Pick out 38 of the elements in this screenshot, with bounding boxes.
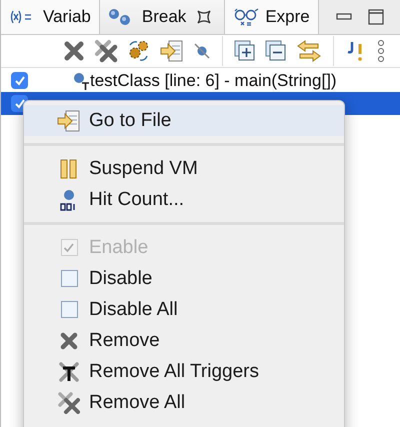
glasses-icon [233, 7, 260, 27]
breakpoints-icon [108, 8, 132, 26]
menu-item[interactable]: Suspend VM [24, 153, 344, 184]
menu-item[interactable]: Disable All [24, 294, 344, 325]
view-tab[interactable]: Variab [1, 0, 100, 34]
menu-item[interactable]: Remove [24, 325, 344, 356]
remove-triggers-icon [58, 360, 80, 382]
go-to-file-icon[interactable] [160, 40, 184, 62]
expand-all-icon[interactable] [234, 40, 256, 62]
checkbox[interactable] [11, 72, 28, 89]
go-to-file-icon [57, 110, 81, 132]
menu-item[interactable]: Disable [24, 263, 344, 294]
check-icon [62, 240, 76, 254]
breakpoint-icon [72, 70, 90, 90]
remove-all-icon[interactable] [94, 39, 118, 63]
maximize-icon[interactable] [368, 9, 384, 25]
menu-item[interactable]: Remove All [24, 387, 344, 418]
link-arrows-icon[interactable] [296, 39, 322, 63]
minimize-icon[interactable] [336, 12, 352, 22]
collapse-all-icon[interactable] [265, 40, 287, 62]
close-icon[interactable] [196, 9, 212, 25]
remove-all-icon [58, 392, 80, 414]
more-icon[interactable] [376, 39, 386, 63]
pause-icon [60, 158, 78, 178]
checkbox[interactable] [60, 301, 78, 318]
remove-icon[interactable] [63, 40, 85, 62]
breakpoint-label[interactable]: testClass [line: 6] - main(String[]) [90, 70, 337, 90]
gears-icon[interactable] [127, 39, 151, 63]
checkbox[interactable] [60, 270, 78, 287]
check-icon [12, 96, 26, 110]
view-tab[interactable]: Expre [225, 0, 319, 34]
remove-icon [59, 330, 79, 350]
check-icon [12, 74, 26, 88]
menu-item[interactable]: Hit Count... [24, 184, 344, 215]
menu-item[interactable]: Remove All Triggers [24, 356, 344, 387]
skip-breakpoints-icon[interactable] [193, 42, 211, 60]
menu-item[interactable]: Go to File [24, 105, 344, 136]
view-tab[interactable]: Break [100, 0, 226, 34]
